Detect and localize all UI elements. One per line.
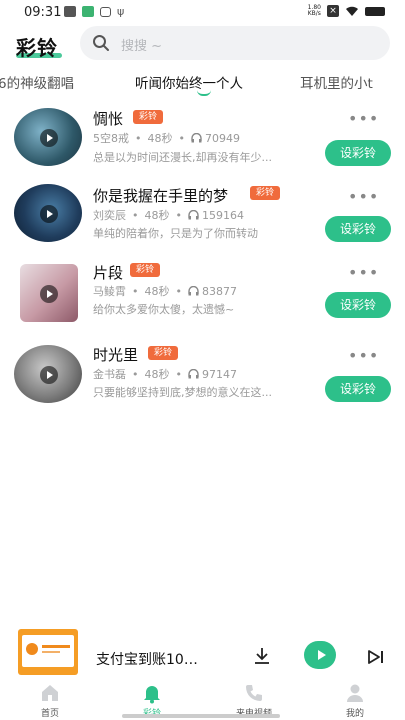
leaf-icon [100, 6, 111, 17]
nav-item-home[interactable]: 首页 [10, 682, 90, 719]
more-options-icon[interactable]: ••• [348, 265, 379, 281]
play-icon [40, 205, 58, 223]
home-indicator [122, 714, 280, 718]
skip-next-icon[interactable] [367, 649, 385, 665]
play-icon [40, 129, 58, 147]
song-cover[interactable] [14, 108, 82, 166]
song-title: 片段 [93, 264, 124, 282]
ringtone-badge: 彩铃 [250, 186, 281, 200]
play-icon [40, 285, 58, 303]
status-time: 09:31 [24, 5, 62, 20]
song-artist: 刘奕辰 [93, 209, 126, 222]
song-artist: 马鲮霄 [93, 285, 126, 298]
wifi-icon [346, 6, 358, 16]
song-meta: 5空8戒 • 48秒 • 70949 [93, 132, 240, 145]
song-meta: 马鲮霄 • 48秒 • 83877 [93, 285, 237, 298]
more-options-icon[interactable]: ••• [348, 111, 379, 127]
play-icon [40, 366, 58, 384]
net-speed: 1.80 KB/s [307, 4, 321, 17]
tab-category-1[interactable]: 6的神级翻唱 [0, 72, 74, 92]
song-duration: 48秒 [144, 368, 170, 381]
play-count: 83877 [202, 285, 237, 298]
set-ringtone-button[interactable]: 设彩铃 [325, 216, 391, 242]
song-description: 总是以为时间还漫长,却再没有年少... [93, 151, 272, 164]
song-cover[interactable] [20, 264, 78, 322]
list-item[interactable]: 片段 彩铃 ••• 马鲮霄 • 48秒 • 83877 给你太多爱你太傻，太遗憾~ 设彩… [0, 260, 405, 344]
tab-active-indicator [197, 90, 211, 96]
download-icon[interactable] [252, 646, 272, 666]
message-icon [64, 6, 76, 17]
list-item[interactable]: 时光里 彩铃 ••• 金书磊 • 48秒 • 97147 只要能够坚持到底,梦想的意义在… [0, 343, 405, 427]
search-placeholder: 搜搜 ~ [121, 39, 163, 54]
tab-category-3[interactable]: 耳机里的小t [300, 72, 373, 92]
song-title: 惆怅 [93, 110, 124, 128]
cover-artwork [22, 635, 74, 667]
wechat-icon [82, 6, 94, 17]
song-title: 时光里 [93, 346, 139, 364]
play-count: 97147 [202, 368, 237, 381]
ringtone-badge: 彩铃 [133, 110, 164, 124]
search-input[interactable]: 搜搜 ~ [80, 26, 390, 60]
usb-icon: ψ [117, 5, 125, 18]
play-count: 70949 [205, 132, 240, 145]
mini-player[interactable]: 支付宝到账10… [0, 625, 405, 681]
close-box-icon: × [327, 5, 339, 17]
headphones-icon [188, 369, 199, 379]
song-meta: 金书磊 • 48秒 • 97147 [93, 368, 237, 381]
nav-item-profile[interactable]: 我的 [315, 682, 395, 719]
song-artist: 金书磊 [93, 368, 126, 381]
play-count: 159164 [202, 209, 244, 222]
nav-label: 首页 [40, 709, 59, 719]
now-playing-title[interactable]: 支付宝到账10… [96, 649, 198, 669]
song-meta: 刘奕辰 • 48秒 • 159164 [93, 209, 244, 222]
ringtone-badge: 彩铃 [148, 346, 179, 360]
play-button[interactable] [304, 641, 336, 669]
song-description: 给你太多爱你太傻，太遗憾~ [93, 303, 235, 316]
list-item[interactable]: 你是我握在手里的梦 彩铃 ••• 刘奕辰 • 48秒 • 159164 单纯的陪着你，只… [0, 182, 405, 266]
now-playing-cover[interactable] [18, 629, 78, 675]
song-cover[interactable] [14, 184, 82, 242]
headphones-icon [191, 133, 202, 143]
more-options-icon[interactable]: ••• [348, 348, 379, 364]
headphones-icon [188, 286, 199, 296]
user-icon [347, 684, 363, 702]
song-description: 单纯的陪着你，只是为了你而转动 [93, 227, 258, 240]
phone-icon [246, 685, 262, 701]
song-description: 只要能够坚持到底,梦想的意义在这... [93, 386, 272, 399]
set-ringtone-button[interactable]: 设彩铃 [325, 292, 391, 318]
search-icon [93, 35, 109, 51]
song-duration: 48秒 [144, 285, 170, 298]
song-cover[interactable] [14, 345, 82, 403]
ringtone-badge: 彩铃 [130, 263, 161, 277]
status-bar: 09:31 ψ 1.80 KB/s × [0, 0, 405, 24]
song-artist: 5空8戒 [93, 132, 129, 145]
tab-category-2[interactable]: 听闻你始终一个人 [135, 72, 243, 92]
headphones-icon [188, 210, 199, 220]
notification-icons: ψ [64, 6, 125, 17]
song-duration: 48秒 [147, 132, 173, 145]
bell-icon [144, 686, 160, 704]
song-duration: 48秒 [144, 209, 170, 222]
system-icons: 1.80 KB/s × [308, 5, 385, 17]
list-item[interactable]: 惆怅 彩铃 ••• 5空8戒 • 48秒 • 70949 总是以为时间还漫长,却再没有年… [0, 104, 405, 188]
home-icon [42, 685, 58, 701]
set-ringtone-button[interactable]: 设彩铃 [325, 376, 391, 402]
battery-icon [365, 6, 385, 16]
page-title: 彩铃 [16, 36, 58, 60]
header: 彩铃 搜搜 ~ [0, 26, 405, 62]
set-ringtone-button[interactable]: 设彩铃 [325, 140, 391, 166]
nav-label: 我的 [345, 709, 364, 719]
more-options-icon[interactable]: ••• [348, 189, 379, 205]
song-title: 你是我握在手里的梦 [93, 187, 229, 205]
